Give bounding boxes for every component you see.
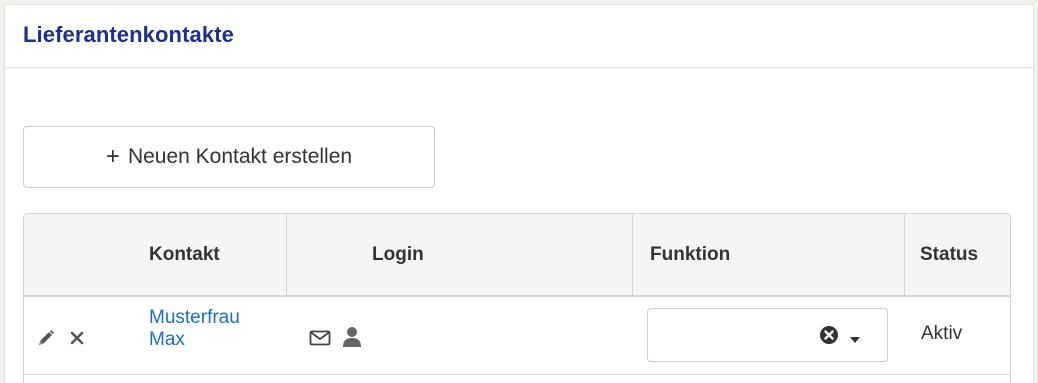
outer-background-right [1034, 0, 1038, 383]
contact-first-name: Max [149, 329, 185, 350]
delete-icon[interactable] [68, 329, 86, 347]
table-header: Kontakt Login Funktion Status [24, 214, 1010, 297]
column-header-function[interactable]: Funktion [650, 214, 730, 295]
panel-title: Lieferantenkontakte [23, 22, 234, 47]
column-divider [286, 214, 287, 295]
status-value: Aktiv [921, 323, 963, 344]
new-contact-button-label: Neuen Kontakt erstellen [127, 145, 353, 168]
clear-icon[interactable] [819, 325, 839, 345]
contact-name-link[interactable]: Musterfrau Max [149, 307, 240, 351]
column-divider [904, 214, 905, 295]
supplier-contacts-panel: Lieferantenkontakte + Neuen Kontakt erst… [4, 4, 1034, 383]
column-header-login[interactable]: Login [372, 214, 424, 295]
edit-icon[interactable] [36, 328, 56, 348]
column-divider [632, 214, 633, 295]
contacts-table: Kontakt Login Funktion Status Musterfrau… [23, 213, 1011, 383]
user-icon[interactable] [342, 326, 362, 348]
caret-down-icon[interactable] [849, 331, 861, 343]
envelope-icon[interactable] [309, 330, 331, 346]
column-header-contact[interactable]: Kontakt [149, 214, 220, 295]
new-contact-button[interactable]: + Neuen Kontakt erstellen [23, 126, 435, 188]
plus-icon: + [105, 143, 120, 170]
panel-header: Lieferantenkontakte [5, 5, 1033, 68]
column-header-status[interactable]: Status [920, 214, 978, 295]
table-row: Musterfrau Max Aktiv [24, 297, 1010, 375]
contact-last-name: Musterfrau [149, 307, 240, 328]
function-select[interactable] [647, 308, 888, 362]
